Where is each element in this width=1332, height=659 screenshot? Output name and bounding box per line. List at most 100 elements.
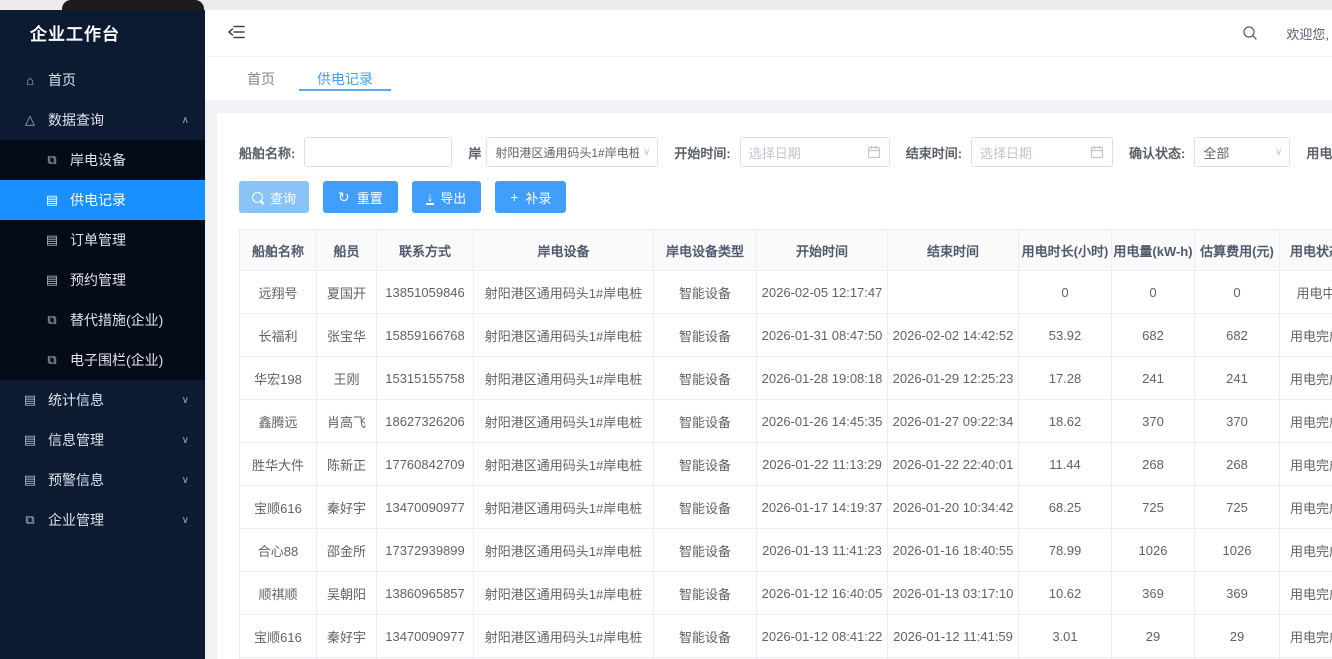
table-cell: 241	[1195, 357, 1280, 400]
table-cell: 1026	[1195, 529, 1280, 572]
table-cell	[888, 271, 1019, 314]
table-cell: 用电完成	[1280, 314, 1332, 357]
table-cell: 用电完成	[1280, 357, 1332, 400]
column-header: 船舶名称	[240, 230, 317, 271]
table-cell: 15859166768	[377, 314, 474, 357]
shore-device-label: 岸	[468, 143, 482, 162]
table-cell: 2026-01-26 14:45:35	[757, 400, 888, 443]
table-cell: 华宏198	[240, 357, 317, 400]
table-cell: 2026-01-27 09:22:34	[888, 400, 1019, 443]
export-button[interactable]: ↓ 导出	[412, 181, 482, 213]
table-cell: 远翔号	[240, 271, 317, 314]
collapse-sidebar-button[interactable]	[227, 24, 245, 40]
home-icon: ⌂	[22, 73, 38, 88]
chevron-down-icon: ∨	[182, 515, 189, 526]
table-cell: 陈新正	[317, 443, 377, 486]
table-cell: 肖高飞	[317, 400, 377, 443]
table-cell: 18.62	[1019, 400, 1112, 443]
tab-power-supply-records[interactable]: 供电记录	[315, 57, 375, 100]
table-cell: 秦好宇	[317, 486, 377, 529]
table-cell: 射阳港区通用码头1#岸电桩	[474, 357, 654, 400]
supplement-button[interactable]: + 补录	[495, 181, 566, 213]
table-cell: 29	[1195, 615, 1280, 658]
sidebar-item-reservation-management[interactable]: ▤预约管理	[0, 260, 205, 300]
fence-icon: ⧉	[44, 352, 60, 368]
sidebar-item-label: 数据查询	[48, 110, 104, 130]
table-header-row: 船舶名称船员联系方式岸电设备岸电设备类型开始时间结束时间用电时长(小时)用电量(…	[240, 230, 1332, 271]
table-cell: 17760842709	[377, 443, 474, 486]
sidebar-item-label: 替代措施(企业)	[70, 310, 163, 330]
refresh-icon: ↻	[338, 190, 350, 204]
chevron-down-icon: ∨	[1275, 147, 1282, 158]
table-cell: 顺祺顺	[240, 572, 317, 615]
table-cell: 2026-01-22 22:40:01	[888, 443, 1019, 486]
sidebar-item-shore-power-devices[interactable]: ⧉岸电设备	[0, 140, 205, 180]
search-icon	[252, 192, 263, 203]
table-cell: 宝顺616	[240, 615, 317, 658]
content-area: 船舶名称: 岸 射阳港区通用码头1#岸电桩 ∨ 开始时间: 选择日期	[205, 100, 1332, 659]
statistics-icon: ▤	[22, 392, 38, 408]
shore-device-select[interactable]: 射阳港区通用码头1#岸电桩 ∨	[486, 137, 658, 167]
sidebar-item-label: 供电记录	[70, 190, 126, 210]
sidebar-item-power-supply-records[interactable]: ▤供电记录	[0, 180, 205, 220]
chevron-down-icon: ∨	[182, 395, 189, 406]
column-header: 估算费用(元)	[1195, 230, 1280, 271]
warning-icon: ▤	[22, 472, 38, 488]
table-cell: 0	[1019, 271, 1112, 314]
sidebar-item-statistics[interactable]: ▤ 统计信息 ∨	[0, 380, 205, 420]
table-cell: 长福利	[240, 314, 317, 357]
chevron-down-icon: ∨	[182, 475, 189, 486]
column-header: 用电量(kW-h)	[1112, 230, 1195, 271]
table-cell: 2026-01-16 18:40:55	[888, 529, 1019, 572]
sidebar-item-home[interactable]: ⌂首页	[0, 60, 205, 100]
confirm-status-label: 确认状态:	[1129, 143, 1185, 162]
topbar-right: 欢迎您,	[1242, 10, 1332, 56]
table-cell: 射阳港区通用码头1#岸电桩	[474, 314, 654, 357]
tab-home[interactable]: 首页	[245, 57, 277, 100]
supplement-button-label: 补录	[525, 188, 551, 207]
sidebar-item-electronic-fence[interactable]: ⧉电子围栏(企业)	[0, 340, 205, 380]
sidebar-item-label: 统计信息	[48, 390, 104, 410]
sidebar-item-warning-information[interactable]: ▤ 预警信息 ∨	[0, 460, 205, 500]
sidebar-item-data-query[interactable]: △数据查询∧	[0, 100, 205, 140]
table-cell: 用电完成	[1280, 400, 1332, 443]
table-cell: 2026-01-13 11:41:23	[757, 529, 888, 572]
reservation-icon: ▤	[44, 272, 60, 288]
reset-button-label: 重置	[357, 188, 383, 207]
sidebar-item-alternative-measures[interactable]: ⧉ 替代措施(企业)	[0, 300, 205, 340]
power-status-label: 用电状态:	[1306, 143, 1332, 162]
table-cell: 370	[1195, 400, 1280, 443]
sidebar-item-enterprise-management[interactable]: ⧉企业管理∨	[0, 500, 205, 540]
shore-device-select-value: 射阳港区通用码头1#岸电桩	[495, 144, 639, 161]
alternative-icon: ⧉	[44, 312, 60, 328]
global-search-button[interactable]	[1242, 25, 1258, 41]
reset-button[interactable]: ↻ 重置	[323, 181, 398, 213]
table-cell: 射阳港区通用码头1#岸电桩	[474, 400, 654, 443]
start-time-input[interactable]: 选择日期	[740, 137, 890, 167]
table-cell: 用电完成	[1280, 572, 1332, 615]
table-cell: 0	[1195, 271, 1280, 314]
chevron-up-icon: ∧	[182, 115, 189, 126]
sidebar: 企业工作台 ⌂首页△数据查询∧⧉岸电设备▤供电记录▤订单管理▤预约管理⧉替代措施…	[0, 10, 205, 659]
end-time-input[interactable]: 选择日期	[971, 137, 1113, 167]
sidebar-item-information-management[interactable]: ▤信息管理∨	[0, 420, 205, 460]
calendar-icon	[1090, 145, 1104, 159]
table-cell: 369	[1112, 572, 1195, 615]
table-cell: 2026-01-12 11:41:59	[888, 615, 1019, 658]
table-cell: 智能设备	[654, 443, 757, 486]
sidebar-item-order-management[interactable]: ▤订单管理	[0, 220, 205, 260]
table-row: 胜华大件陈新正17760842709射阳港区通用码头1#岸电桩智能设备2026-…	[240, 443, 1332, 486]
table-cell: 2026-01-22 11:13:29	[757, 443, 888, 486]
sidebar-item-label: 预警信息	[48, 470, 104, 490]
query-button[interactable]: 查询	[239, 181, 309, 213]
table-cell: 智能设备	[654, 572, 757, 615]
table-row: 华宏198王刚15315155758射阳港区通用码头1#岸电桩智能设备2026-…	[240, 357, 1332, 400]
table-row: 鑫腾远肖高飞18627326206射阳港区通用码头1#岸电桩智能设备2026-0…	[240, 400, 1332, 443]
table-cell: 邵金所	[317, 529, 377, 572]
table-cell: 369	[1195, 572, 1280, 615]
ship-name-input[interactable]	[304, 137, 452, 167]
confirm-status-select[interactable]: 全部 ∨	[1194, 137, 1290, 167]
column-header: 船员	[317, 230, 377, 271]
column-header: 开始时间	[757, 230, 888, 271]
table-cell: 11.44	[1019, 443, 1112, 486]
